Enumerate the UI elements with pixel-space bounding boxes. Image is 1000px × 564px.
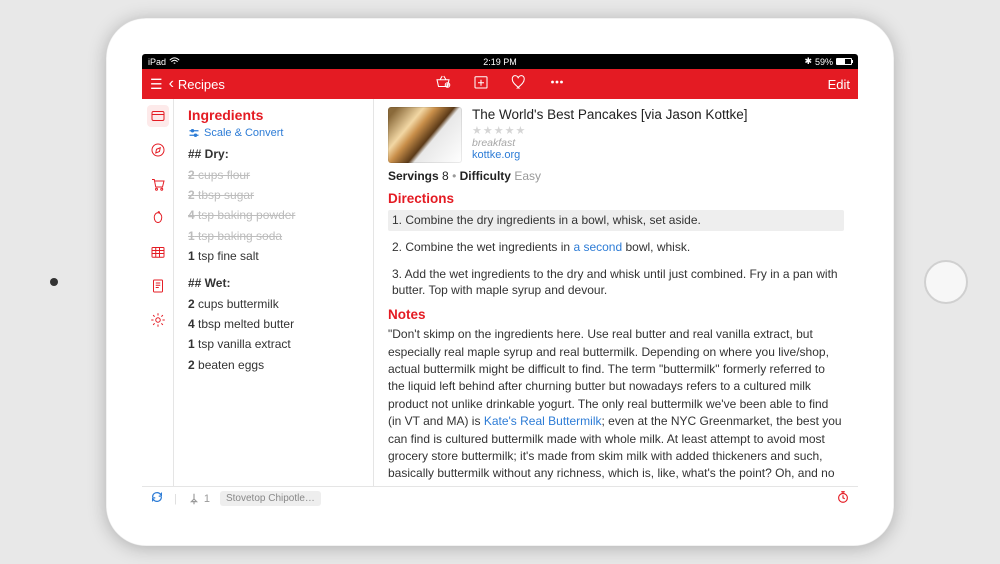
pinned-chip[interactable]: Stovetop Chipotle… [220,491,321,506]
sidebar-item-groceries[interactable] [147,173,169,195]
scale-convert-label: Scale & Convert [204,127,283,139]
sidebar-item-menus[interactable] [147,275,169,297]
wet-heading: ## Wet: [188,276,363,290]
meal-tag: breakfast [472,137,844,149]
status-bar: iPad 2:19 PM ✱ 59% [142,54,858,69]
ingredient-line[interactable]: 2 beaten eggs [188,357,363,373]
direction-step-1[interactable]: 1. Combine the dry ingredients in a bowl… [388,210,844,231]
nav-bar: ☰ ‹ Recipes Edit [142,69,858,99]
battery-label: 59% [815,57,833,67]
camera-dot [50,278,58,286]
back-chevron-icon[interactable]: ‹ [169,75,174,93]
notes-title: Notes [388,307,844,322]
carrier-label: iPad [148,57,166,67]
edit-button[interactable]: Edit [828,77,850,92]
ingredient-line[interactable]: 4 tsp baking powder [188,207,363,223]
ingredients-title: Ingredients [188,107,363,123]
pin-indicator[interactable]: 1 [187,492,210,506]
timer-icon[interactable] [836,490,850,507]
notes-link[interactable]: Kate's Real Buttermilk [484,414,602,428]
servings-line: Servings 8 • Difficulty Easy [388,169,844,183]
calendar-add-icon[interactable] [472,73,490,96]
rating-stars[interactable]: ★★★★★ [472,124,844,137]
sidebar [142,99,174,486]
servings-value: 8 [442,169,449,183]
wifi-icon [169,57,180,67]
sidebar-item-pantry[interactable] [147,207,169,229]
ingredient-line[interactable]: 4 tbsp melted butter [188,316,363,332]
source-link[interactable]: kottke.org [472,149,844,161]
more-icon[interactable] [548,73,566,96]
ingredient-line[interactable]: 2 cups buttermilk [188,296,363,312]
step2-link[interactable]: a second [573,240,622,254]
recipe-photo[interactable] [388,107,462,163]
difficulty-label: Difficulty [460,169,511,183]
pin-count: 1 [204,493,210,505]
ingredient-line[interactable]: 2 cups flour [188,167,363,183]
back-label[interactable]: Recipes [178,77,225,92]
ingredient-line[interactable]: 2 tbsp sugar [188,187,363,203]
sync-icon[interactable] [150,490,164,507]
dry-list: 2 cups flour 2 tbsp sugar 4 tsp baking pow… [188,167,363,264]
basket-add-icon[interactable] [434,73,452,96]
ingredients-panel: Ingredients Scale & Convert ## Dry: 2 cu… [174,99,374,486]
ingredient-line[interactable]: 1 tsp fine salt [188,248,363,264]
recipe-panel: The World's Best Pancakes [via Jason Kot… [374,99,858,486]
recipe-title: The World's Best Pancakes [via Jason Kot… [472,107,844,122]
wet-list: 2 cups buttermilk 4 tbsp melted butter 1 t… [188,296,363,373]
sidebar-item-recipebox[interactable] [147,105,169,127]
home-button[interactable] [924,260,968,304]
bluetooth-icon: ✱ [804,56,812,67]
sidebar-item-meals[interactable] [147,241,169,263]
servings-label: Servings [388,169,439,183]
ingredient-line[interactable]: 1 tsp vanilla extract [188,336,363,352]
dry-heading: ## Dry: [188,147,363,161]
footer-bar: | 1 Stovetop Chipotle… [142,486,858,510]
ipad-frame: iPad 2:19 PM ✱ 59% ☰ ‹ Recipes [106,18,894,546]
ingredient-line[interactable]: 1 tsp baking soda [188,228,363,244]
sidebar-item-browser[interactable] [147,139,169,161]
sidebar-item-settings[interactable] [147,309,169,331]
direction-step-3[interactable]: 3. Add the wet ingredients to the dry an… [388,264,844,302]
direction-step-2[interactable]: 2. Combine the wet ingredients in a seco… [388,237,844,258]
notes-body: "Don't skimp on the ingredients here. Us… [388,326,844,486]
hamburger-icon[interactable]: ☰ [150,76,163,93]
scale-convert-link[interactable]: Scale & Convert [188,127,363,139]
status-time: 2:19 PM [383,57,618,67]
heart-icon[interactable] [510,73,528,96]
directions-title: Directions [388,191,844,206]
battery-icon [836,58,852,65]
difficulty-value: Easy [514,169,541,183]
screen: iPad 2:19 PM ✱ 59% ☰ ‹ Recipes [142,54,858,510]
